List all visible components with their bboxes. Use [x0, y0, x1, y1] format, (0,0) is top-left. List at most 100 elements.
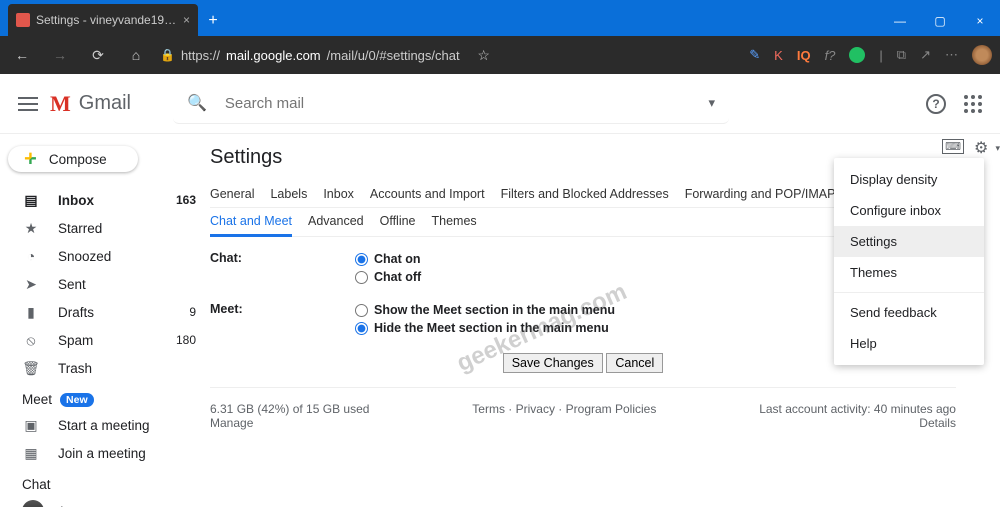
plus-icon: + [24, 146, 37, 172]
spam-icon: ⦸ [22, 332, 40, 349]
tab-favicon [16, 13, 30, 27]
policies-link[interactable]: Program Policies [566, 402, 657, 416]
settings-tab-themes[interactable]: Themes [432, 208, 477, 236]
url-prefix: https:// [181, 48, 220, 63]
cancel-button[interactable]: Cancel [606, 353, 663, 373]
settings-tab-filters-and-blocked-addresses[interactable]: Filters and Blocked Addresses [501, 181, 669, 207]
video-icon: ▣ [22, 417, 40, 434]
settings-tab-forwarding-and-pop-imap[interactable]: Forwarding and POP/IMAP [685, 181, 836, 207]
gmail-logo-text[interactable]: Gmail [79, 92, 131, 115]
new-badge: New [60, 393, 94, 407]
settings-tab-general[interactable]: General [210, 181, 254, 207]
sidebar-item-label: Join a meeting [58, 446, 146, 461]
refresh-button[interactable]: ⟳ [84, 47, 112, 64]
ext-icon[interactable]: IQ [797, 48, 811, 63]
main-menu-button[interactable] [18, 97, 38, 111]
chat-off-option[interactable]: Chat off [355, 269, 421, 287]
chat-off-radio[interactable] [355, 271, 368, 284]
url-field[interactable]: 🔒 https://mail.google.com/mail/u/0/#sett… [160, 42, 460, 68]
sidebar-item-join-a-meeting[interactable]: ▦ Join a meeting [0, 439, 210, 467]
sidebar-item-starred[interactable]: ★ Starred [0, 214, 210, 242]
collections-icon[interactable]: ⧉ [897, 47, 906, 63]
input-tools-icon[interactable]: ⌨ [942, 139, 964, 154]
chat-on-radio[interactable] [355, 253, 368, 266]
tab-close-icon[interactable]: × [183, 13, 190, 27]
chat-avatar [22, 500, 44, 507]
window-minimize-button[interactable]: — [880, 6, 920, 36]
drafts-icon: ▮ [22, 304, 40, 321]
sidebar-item-spam[interactable]: ⦸ Spam 180 [0, 326, 210, 354]
settings-dropdown: Display densityConfigure inboxSettingsTh… [834, 158, 984, 365]
menu-item-display-density[interactable]: Display density [834, 164, 984, 195]
meet-show-radio[interactable] [355, 304, 368, 317]
sidebar-item-count: 163 [176, 193, 196, 207]
ext-divider: | [879, 48, 882, 63]
search-bar[interactable]: 🔍 ▾ [173, 84, 729, 124]
back-button[interactable]: ← [8, 47, 36, 63]
chat-on-option[interactable]: Chat on [355, 251, 421, 269]
sidebar: + Compose ▤ Inbox 163★ Starred ◔ Snoozed… [0, 134, 210, 507]
gmail-logo-icon[interactable]: M [50, 91, 71, 117]
terms-link[interactable]: Terms [472, 402, 505, 416]
settings-tab-advanced[interactable]: Advanced [308, 208, 364, 236]
ext-icon[interactable]: f? [825, 48, 836, 63]
sidebar-item-inbox[interactable]: ▤ Inbox 163 [0, 186, 210, 214]
browser-tab[interactable]: Settings - vineyvande19@gmail… × [8, 4, 198, 36]
new-tab-button[interactable]: + [198, 6, 228, 36]
privacy-link[interactable]: Privacy [516, 402, 555, 416]
chat-setting-label: Chat: [210, 251, 355, 286]
details-link[interactable]: Details [919, 416, 956, 430]
sidebar-item-drafts[interactable]: ▮ Drafts 9 [0, 298, 210, 326]
search-icon[interactable]: 🔍 [187, 93, 207, 113]
sidebar-item-start-a-meeting[interactable]: ▣ Start a meeting [0, 411, 210, 439]
compose-button[interactable]: + Compose [8, 146, 138, 172]
search-input[interactable] [225, 95, 691, 112]
sidebar-item-label: Start a meeting [58, 418, 150, 433]
sidebar-item-label: Snoozed [58, 249, 111, 264]
settings-tab-chat-and-meet[interactable]: Chat and Meet [210, 208, 292, 237]
settings-gear-icon[interactable]: ⚙ [974, 138, 990, 154]
more-icon[interactable]: ⋯ [945, 47, 958, 63]
tab-title: Settings - vineyvande19@gmail… [36, 13, 177, 27]
help-icon[interactable]: ? [926, 94, 946, 114]
sidebar-item-label: Spam [58, 333, 93, 348]
menu-item-help[interactable]: Help [834, 328, 984, 359]
extensions-tray: ✎ K IQ f? | ⧉ ↗ ⋯ [508, 45, 992, 65]
save-changes-button[interactable]: Save Changes [503, 353, 603, 373]
sidebar-item-label: Trash [58, 361, 92, 376]
manage-link[interactable]: Manage [210, 416, 253, 430]
meet-setting-label: Meet: [210, 302, 355, 337]
inbox-icon: ▤ [22, 192, 40, 209]
profile-avatar[interactable] [972, 45, 992, 65]
sidebar-item-label: Sent [58, 277, 86, 292]
window-maximize-button[interactable]: ▢ [920, 6, 960, 36]
settings-tab-accounts-and-import[interactable]: Accounts and Import [370, 181, 485, 207]
menu-item-themes[interactable]: Themes [834, 257, 984, 288]
meet-hide-option[interactable]: Hide the Meet section in the main menu [355, 320, 615, 338]
settings-tab-inbox[interactable]: Inbox [323, 181, 354, 207]
settings-content: ⌨ ⚙ Settings General Labels Inbox Accounts … [210, 134, 1000, 507]
favorite-icon[interactable]: ☆ [470, 47, 498, 64]
ext-icon[interactable]: ✎ [749, 47, 760, 63]
meet-hide-radio[interactable] [355, 322, 368, 335]
home-button[interactable]: ⌂ [122, 47, 150, 63]
sidebar-item-sent[interactable]: ➤ Sent [0, 270, 210, 298]
settings-tab-offline[interactable]: Offline [380, 208, 416, 236]
ext-icon[interactable]: K [774, 48, 783, 63]
keyboard-icon: ▦ [22, 445, 40, 462]
ext-icon[interactable] [849, 47, 865, 63]
search-options-icon[interactable]: ▾ [708, 95, 715, 111]
chat-user[interactable]: Viney ▾ [0, 496, 210, 507]
menu-item-configure-inbox[interactable]: Configure inbox [834, 195, 984, 226]
meet-show-option[interactable]: Show the Meet section in the main menu [355, 302, 615, 320]
sidebar-item-trash[interactable]: 🗑 Trash [0, 354, 210, 382]
menu-item-settings[interactable]: Settings [834, 226, 984, 257]
window-close-button[interactable]: × [960, 6, 1000, 36]
sidebar-item-snoozed[interactable]: ◔ Snoozed [0, 242, 210, 270]
forward-button[interactable]: → [46, 47, 74, 63]
menu-item-send-feedback[interactable]: Send feedback [834, 297, 984, 328]
share-icon[interactable]: ↗ [920, 47, 931, 63]
settings-tab-labels[interactable]: Labels [270, 181, 307, 207]
apps-icon[interactable] [964, 95, 982, 113]
window-controls: — ▢ × [880, 6, 1000, 36]
